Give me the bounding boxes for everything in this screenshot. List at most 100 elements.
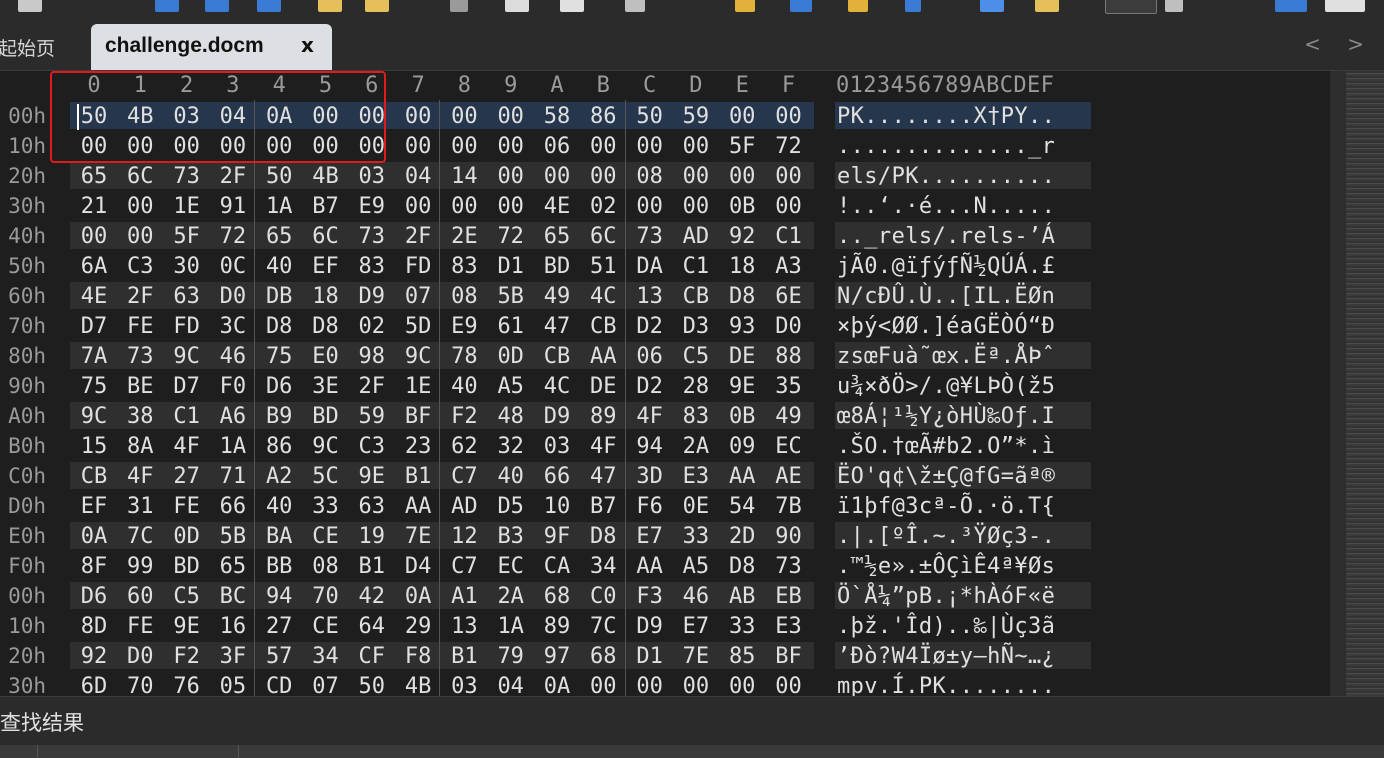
hex-byte[interactable]: A2 xyxy=(257,464,301,489)
hex-byte[interactable]: 89 xyxy=(535,614,579,639)
hex-byte[interactable]: D0 xyxy=(211,284,255,309)
hex-byte[interactable]: 33 xyxy=(674,524,718,549)
hex-byte[interactable]: 9F xyxy=(535,524,579,549)
hex-byte[interactable]: 90 xyxy=(767,524,811,549)
hex-byte[interactable]: AD xyxy=(442,494,486,519)
hex-byte[interactable]: CE xyxy=(304,524,348,549)
hex-byte[interactable]: 3E xyxy=(304,374,348,399)
tab-scroll-arrows[interactable]: < > xyxy=(1304,32,1374,56)
hex-byte[interactable]: 2E xyxy=(442,224,486,249)
hex-byte[interactable]: 13 xyxy=(628,284,672,309)
hex-byte[interactable]: BE xyxy=(118,374,162,399)
hex-byte[interactable]: F2 xyxy=(442,404,486,429)
hex-byte[interactable]: 07 xyxy=(304,674,348,696)
hex-byte[interactable]: 18 xyxy=(720,254,764,279)
hex-byte[interactable]: BD xyxy=(165,554,209,579)
hex-byte[interactable]: 7E xyxy=(396,524,440,549)
hex-byte[interactable]: C1 xyxy=(165,404,209,429)
hex-byte[interactable]: 57 xyxy=(257,644,301,669)
hex-row[interactable]: 00h D6 60 C5 BC 94 70 42 0A A1 2A 68 C0 F3 46 AB EB Ö`Å¼”… xyxy=(0,581,1330,611)
hex-byte[interactable]: 07 xyxy=(396,284,440,309)
hex-byte[interactable]: 9C xyxy=(396,344,440,369)
hex-byte[interactable]: A5 xyxy=(489,374,533,399)
hex-byte[interactable]: D0 xyxy=(767,314,811,339)
hex-byte[interactable]: CF xyxy=(350,644,394,669)
folder-icon[interactable] xyxy=(318,0,342,12)
hex-byte[interactable]: 00 xyxy=(396,194,440,219)
hex-byte[interactable]: 85 xyxy=(720,644,764,669)
hex-byte[interactable]: 91 xyxy=(211,194,255,219)
ascii-text[interactable]: .._rels/.rels-’Á xyxy=(837,224,1055,249)
hex-byte[interactable]: A1 xyxy=(442,584,486,609)
hex-byte[interactable]: AE xyxy=(767,464,811,489)
hex-byte[interactable]: FD xyxy=(396,254,440,279)
ascii-text[interactable]: Ö`Å¼”pB.¡*hÀóF«ë xyxy=(837,584,1055,609)
hex-byte[interactable]: 60 xyxy=(118,584,162,609)
hex-byte[interactable]: D5 xyxy=(489,494,533,519)
hex-row[interactable]: 80h 7A 73 9C 46 75 E0 98 9C 78 0D CB AA 06 C5 DE 88 zsœFu… xyxy=(0,341,1330,371)
hex-byte[interactable]: 33 xyxy=(304,494,348,519)
hex-byte[interactable]: 73 xyxy=(628,224,672,249)
hex-byte[interactable]: 34 xyxy=(304,644,348,669)
hex-byte[interactable]: 58 xyxy=(535,104,579,129)
hex-byte[interactable]: 65 xyxy=(535,224,579,249)
hex-byte[interactable]: 04 xyxy=(489,674,533,696)
hex-row[interactable]: B0h 15 8A 4F 1A 86 9C C3 23 62 32 03 4F 94 2A 09 EC .ŠO.†… xyxy=(0,431,1330,461)
hex-byte[interactable]: B9 xyxy=(257,404,301,429)
hex-row[interactable]: 40h 00 00 5F 72 65 6C 73 2F 2E 72 65 6C 73 AD 92 C1 .._re… xyxy=(0,221,1330,251)
hex-byte[interactable]: 5B xyxy=(489,284,533,309)
hex-byte[interactable]: 0D xyxy=(165,524,209,549)
hex-byte[interactable]: 54 xyxy=(720,494,764,519)
hex-byte[interactable]: E3 xyxy=(767,614,811,639)
hex-byte[interactable]: 4C xyxy=(535,374,579,399)
search-icon[interactable] xyxy=(735,0,755,12)
hex-byte[interactable]: BB xyxy=(257,554,301,579)
delete-icon[interactable] xyxy=(625,0,645,12)
hex-byte[interactable]: A3 xyxy=(767,254,811,279)
hex-byte[interactable]: 59 xyxy=(674,104,718,129)
hex-byte[interactable]: 5B xyxy=(211,524,255,549)
hex-byte[interactable]: AD xyxy=(674,224,718,249)
hex-byte[interactable]: 40 xyxy=(257,254,301,279)
bookmark-icon[interactable] xyxy=(980,0,1004,12)
ascii-text[interactable]: œ8Á¦¹½Y¿òHÙ‰Oƒ.I xyxy=(837,404,1055,429)
hex-byte[interactable]: 27 xyxy=(257,614,301,639)
hex-byte[interactable]: 4F xyxy=(581,434,625,459)
hex-byte[interactable]: EC xyxy=(489,554,533,579)
hex-byte[interactable]: C7 xyxy=(442,554,486,579)
hex-row[interactable]: 30h 6D 70 76 05 CD 07 50 4B 03 04 0A 00 00 00 00 00 mpv.Í… xyxy=(0,671,1330,696)
hex-byte[interactable]: 9E xyxy=(350,464,394,489)
hex-byte[interactable]: FD xyxy=(165,314,209,339)
hex-byte[interactable]: 00 xyxy=(767,104,811,129)
hex-byte[interactable]: C1 xyxy=(767,224,811,249)
hex-byte[interactable]: D4 xyxy=(396,554,440,579)
ascii-text[interactable]: N/cÐÛ.Ù..[IL.ËØn xyxy=(837,284,1055,309)
hex-byte[interactable]: 92 xyxy=(72,644,116,669)
ascii-text[interactable]: !..‘.·é...N..... xyxy=(837,194,1055,219)
ascii-text[interactable]: u¾×ðÖ>/.@¥LÞÒ(ž5 xyxy=(837,374,1055,399)
hex-byte[interactable]: 65 xyxy=(211,554,255,579)
hex-byte[interactable]: 99 xyxy=(118,554,162,579)
hex-byte[interactable]: 34 xyxy=(581,554,625,579)
hex-byte[interactable]: D2 xyxy=(628,314,672,339)
hex-byte[interactable]: D8 xyxy=(304,314,348,339)
hex-byte[interactable]: 8D xyxy=(72,614,116,639)
hex-byte[interactable]: 12 xyxy=(442,524,486,549)
ascii-text[interactable]: zsœFuà˜œx.Ëª.ÅÞˆ xyxy=(837,344,1055,369)
hex-byte[interactable]: 2A xyxy=(674,434,718,459)
hex-byte[interactable]: 9E xyxy=(720,374,764,399)
hex-byte[interactable]: 0A xyxy=(72,524,116,549)
hex-byte[interactable]: 40 xyxy=(442,374,486,399)
hex-byte[interactable]: CD xyxy=(257,674,301,696)
hex-byte[interactable]: 50 xyxy=(350,674,394,696)
hex-byte[interactable]: D0 xyxy=(118,644,162,669)
hex-byte[interactable]: 65 xyxy=(72,164,116,189)
hex-byte[interactable]: CE xyxy=(304,614,348,639)
hex-byte[interactable]: D9 xyxy=(350,284,394,309)
hex-byte[interactable]: 00 xyxy=(442,134,486,159)
hex-byte[interactable]: 2F xyxy=(118,284,162,309)
hex-byte[interactable]: AA xyxy=(720,464,764,489)
hex-byte[interactable]: 6A xyxy=(72,254,116,279)
hex-byte[interactable]: 68 xyxy=(535,584,579,609)
hex-byte[interactable]: EF xyxy=(72,494,116,519)
